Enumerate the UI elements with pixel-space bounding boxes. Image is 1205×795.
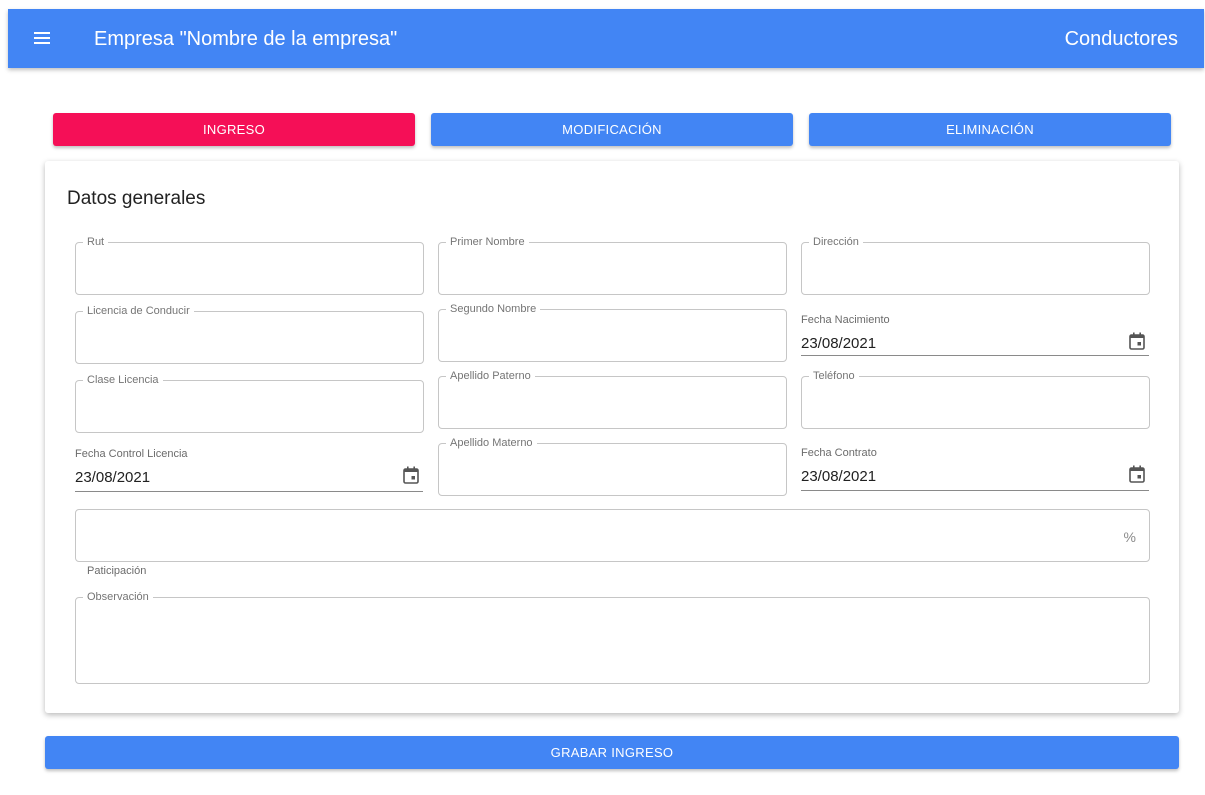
section-title: Conductores [1064,28,1178,50]
fecha-nacimiento-field[interactable]: Fecha Nacimiento 23/08/2021 [801,314,1149,356]
primer-nombre-field: Primer Nombre [438,235,787,295]
apellido-materno-field: Apellido Materno [438,436,787,496]
fecha-control-licencia-value[interactable]: 23/08/2021 [75,469,150,486]
percent-suffix: % [1123,529,1136,545]
fecha-control-licencia-label: Fecha Control Licencia [75,448,188,460]
participacion-input[interactable] [76,510,1149,561]
fecha-contrato-label: Fecha Contrato [801,447,877,459]
form-card: Datos generales Rut Licencia de Conducir… [45,161,1179,713]
fecha-contrato-field[interactable]: Fecha Contrato 23/08/2021 [801,447,1149,491]
calendar-icon[interactable] [1129,465,1145,483]
clase-licencia-field: Clase Licencia [75,373,424,433]
observacion-textarea[interactable] [76,598,1149,683]
participacion-field: % [75,509,1150,562]
primer-nombre-input[interactable] [439,243,786,294]
apellido-materno-input[interactable] [439,444,786,495]
calendar-icon[interactable] [403,466,419,484]
eliminacion-button[interactable]: ELIMINACIÓN [809,113,1171,146]
fecha-control-licencia-field[interactable]: Fecha Control Licencia 23/08/2021 [75,448,423,492]
rut-field: Rut [75,235,424,295]
participacion-helper: Paticipación [87,565,147,577]
clase-licencia-input[interactable] [76,381,423,432]
apellido-paterno-field: Apellido Paterno [438,369,787,429]
direccion-input[interactable] [802,243,1149,294]
apellido-paterno-input[interactable] [439,377,786,428]
fecha-nacimiento-label: Fecha Nacimiento [801,314,890,326]
fecha-contrato-value[interactable]: 23/08/2021 [801,468,876,485]
app-bar: Empresa "Nombre de la empresa" Conductor… [8,9,1204,68]
company-title: Empresa "Nombre de la empresa" [94,28,398,50]
segundo-nombre-field: Segundo Nombre [438,302,787,362]
telefono-input[interactable] [802,377,1149,428]
licencia-input[interactable] [76,312,423,363]
hamburger-menu-icon[interactable] [34,31,50,45]
grabar-ingreso-button[interactable]: GRABAR INGRESO [45,736,1179,769]
observacion-field: Observación [75,590,1150,684]
direccion-field: Dirección [801,235,1150,295]
licencia-field: Licencia de Conducir [75,304,424,364]
telefono-field: Teléfono [801,369,1150,429]
fecha-nacimiento-value[interactable]: 23/08/2021 [801,335,876,352]
calendar-icon[interactable] [1129,332,1145,350]
rut-input[interactable] [76,243,423,294]
segundo-nombre-input[interactable] [439,310,786,361]
modificacion-button[interactable]: MODIFICACIÓN [431,113,793,146]
form-title: Datos generales [67,188,206,209]
ingreso-button[interactable]: INGRESO [53,113,415,146]
